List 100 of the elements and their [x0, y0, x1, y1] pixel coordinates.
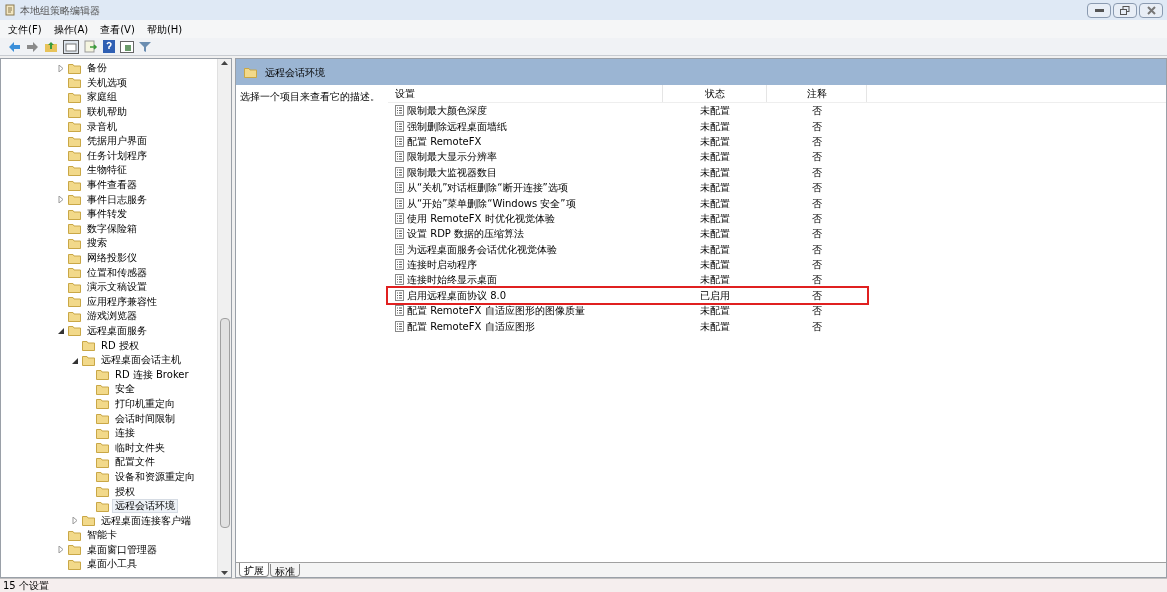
- menu-item[interactable]: 操作(A): [53, 21, 89, 37]
- tree-item[interactable]: 事件查看器: [84, 178, 140, 193]
- table-cell[interactable]: 从“开始”菜单删除“Windows 安全”项: [407, 195, 576, 211]
- table-cell[interactable]: 限制最大显示分辨率: [407, 149, 497, 165]
- tree-item[interactable]: 事件转发: [84, 207, 130, 222]
- table-cell[interactable]: 配置 RemoteFX: [407, 133, 482, 149]
- tree-item[interactable]: 授权: [112, 484, 138, 499]
- column-header[interactable]: 注释: [767, 85, 867, 102]
- filter-icon[interactable]: [139, 40, 151, 53]
- tree-item[interactable]: 临时文件夹: [112, 440, 168, 455]
- tree-item[interactable]: 连接: [112, 426, 138, 441]
- policy-setting-icon: [395, 305, 404, 317]
- tree-item[interactable]: 游戏浏览器: [84, 309, 140, 324]
- tree-item[interactable]: 配置文件: [112, 455, 158, 470]
- tree-item[interactable]: 远程桌面会话主机: [98, 353, 184, 368]
- table-cell-text: 未配置: [699, 211, 731, 226]
- close-button[interactable]: [1139, 2, 1163, 18]
- tree-item[interactable]: 应用程序兼容性: [84, 294, 160, 309]
- collapsed-triangle-icon[interactable]: [58, 64, 64, 72]
- folder-icon: [96, 427, 109, 439]
- tree-item[interactable]: 备份: [84, 61, 110, 76]
- tree-item[interactable]: 远程桌面服务: [84, 324, 150, 338]
- table-cell-text: 否: [811, 134, 823, 149]
- column-header[interactable]: 设置: [388, 85, 663, 102]
- folder-up-icon[interactable]: [44, 40, 58, 53]
- collapsed-triangle-icon[interactable]: [58, 196, 64, 204]
- table-cell-text: 未配置: [699, 273, 731, 288]
- tree-item[interactable]: 任务计划程序: [84, 148, 150, 163]
- window-view-icon[interactable]: [120, 40, 134, 53]
- table-cell[interactable]: 配置 RemoteFX 自适应图形: [407, 318, 535, 334]
- folder-icon: [96, 413, 109, 425]
- menu-item[interactable]: 文件(F): [8, 21, 42, 37]
- tree-item[interactable]: 生物特征: [84, 163, 130, 178]
- tree-item[interactable]: 关机选项: [84, 75, 130, 90]
- forward-arrow-icon[interactable]: [26, 40, 39, 53]
- folder-icon: [68, 194, 81, 206]
- tree-item[interactable]: 设备和资源重定向: [112, 469, 198, 484]
- expanded-triangle-icon[interactable]: [72, 356, 78, 364]
- folder-icon: [68, 267, 81, 279]
- tree-item[interactable]: 数字保险箱: [84, 221, 140, 236]
- minimize-button[interactable]: [1087, 2, 1111, 18]
- table-cell[interactable]: 从“关机”对话框删除“断开连接”选项: [407, 180, 568, 196]
- table-cell-text: 否: [811, 304, 823, 319]
- table-cell-text: 否: [811, 242, 823, 257]
- table-cell-text: 否: [811, 119, 823, 134]
- expanded-triangle-icon[interactable]: [58, 327, 64, 335]
- tree-item[interactable]: 桌面窗口管理器: [84, 542, 160, 557]
- table-cell[interactable]: 使用 RemoteFX 时优化视觉体验: [407, 210, 555, 226]
- tree-item[interactable]: 事件日志服务: [84, 192, 150, 207]
- table-cell[interactable]: 启用远程桌面协议 8.0: [407, 287, 507, 303]
- tree-item[interactable]: 远程桌面连接客户端: [98, 513, 194, 528]
- tree-item[interactable]: 打印机重定向: [112, 396, 178, 411]
- tree-item[interactable]: 桌面小工具: [84, 557, 140, 572]
- folder-icon: [68, 179, 81, 191]
- tree-item[interactable]: 网络投影仪: [84, 251, 140, 265]
- table-cell[interactable]: 为远程桌面服务会话优化视觉体验: [407, 241, 557, 257]
- scroll-thumb[interactable]: [219, 318, 230, 528]
- folder-icon: [96, 442, 109, 454]
- tree-item[interactable]: 家庭组: [84, 90, 120, 105]
- table-cell[interactable]: 限制最大监视器数目: [407, 164, 497, 180]
- tab[interactable]: 扩展: [239, 563, 269, 577]
- table-cell-text: 否: [811, 273, 823, 288]
- menu-item[interactable]: 查看(V): [100, 21, 135, 37]
- console-tree-icon[interactable]: [63, 39, 79, 54]
- tree-item[interactable]: 位置和传感器: [84, 265, 150, 280]
- table-cell[interactable]: 限制最大颜色深度: [407, 103, 487, 119]
- close-icon: [1146, 5, 1156, 15]
- scroll-up-icon[interactable]: [221, 61, 228, 65]
- tree-item[interactable]: 会话时间限制: [112, 411, 178, 426]
- policy-editor-icon: [4, 4, 16, 16]
- policy-setting-icon: [395, 228, 404, 240]
- tree-item[interactable]: 远程会话环境: [112, 499, 178, 514]
- restore-button[interactable]: [1113, 2, 1137, 18]
- tree-item[interactable]: 安全: [112, 382, 138, 397]
- back-arrow-icon[interactable]: [8, 40, 21, 53]
- help-icon[interactable]: [103, 40, 115, 53]
- table-cell[interactable]: 设置 RDP 数据的压缩算法: [407, 226, 525, 242]
- tree-item[interactable]: 演示文稿设置: [84, 280, 150, 295]
- tree-item[interactable]: 搜索: [84, 236, 110, 251]
- tree-item[interactable]: 智能卡: [84, 528, 120, 543]
- folder-icon: [96, 471, 109, 483]
- table-cell-text: 未配置: [699, 165, 731, 180]
- folder-icon: [68, 544, 81, 556]
- table-cell[interactable]: 连接时始终显示桌面: [407, 272, 497, 288]
- collapsed-triangle-icon[interactable]: [72, 517, 78, 525]
- column-header[interactable]: 状态: [663, 85, 767, 102]
- tree-item[interactable]: 录音机: [84, 119, 120, 134]
- table-cell[interactable]: 配置 RemoteFX 自适应图形的图像质量: [407, 303, 585, 319]
- menu-item[interactable]: 帮助(H): [146, 21, 183, 37]
- description-text: 选择一个项目来查看它的描述。: [240, 91, 380, 102]
- collapsed-triangle-icon[interactable]: [58, 546, 64, 554]
- table-cell[interactable]: 连接时启动程序: [407, 257, 477, 273]
- export-list-icon[interactable]: [84, 40, 98, 53]
- tree-item[interactable]: RD 授权: [98, 338, 142, 353]
- tab[interactable]: 标准: [270, 564, 300, 577]
- tree-item[interactable]: 凭据用户界面: [84, 134, 150, 149]
- tree-item[interactable]: RD 连接 Broker: [112, 367, 192, 382]
- tree-item[interactable]: 联机帮助: [84, 105, 130, 120]
- table-cell[interactable]: 强制删除远程桌面墙纸: [407, 118, 507, 134]
- scroll-down-icon[interactable]: [221, 571, 228, 575]
